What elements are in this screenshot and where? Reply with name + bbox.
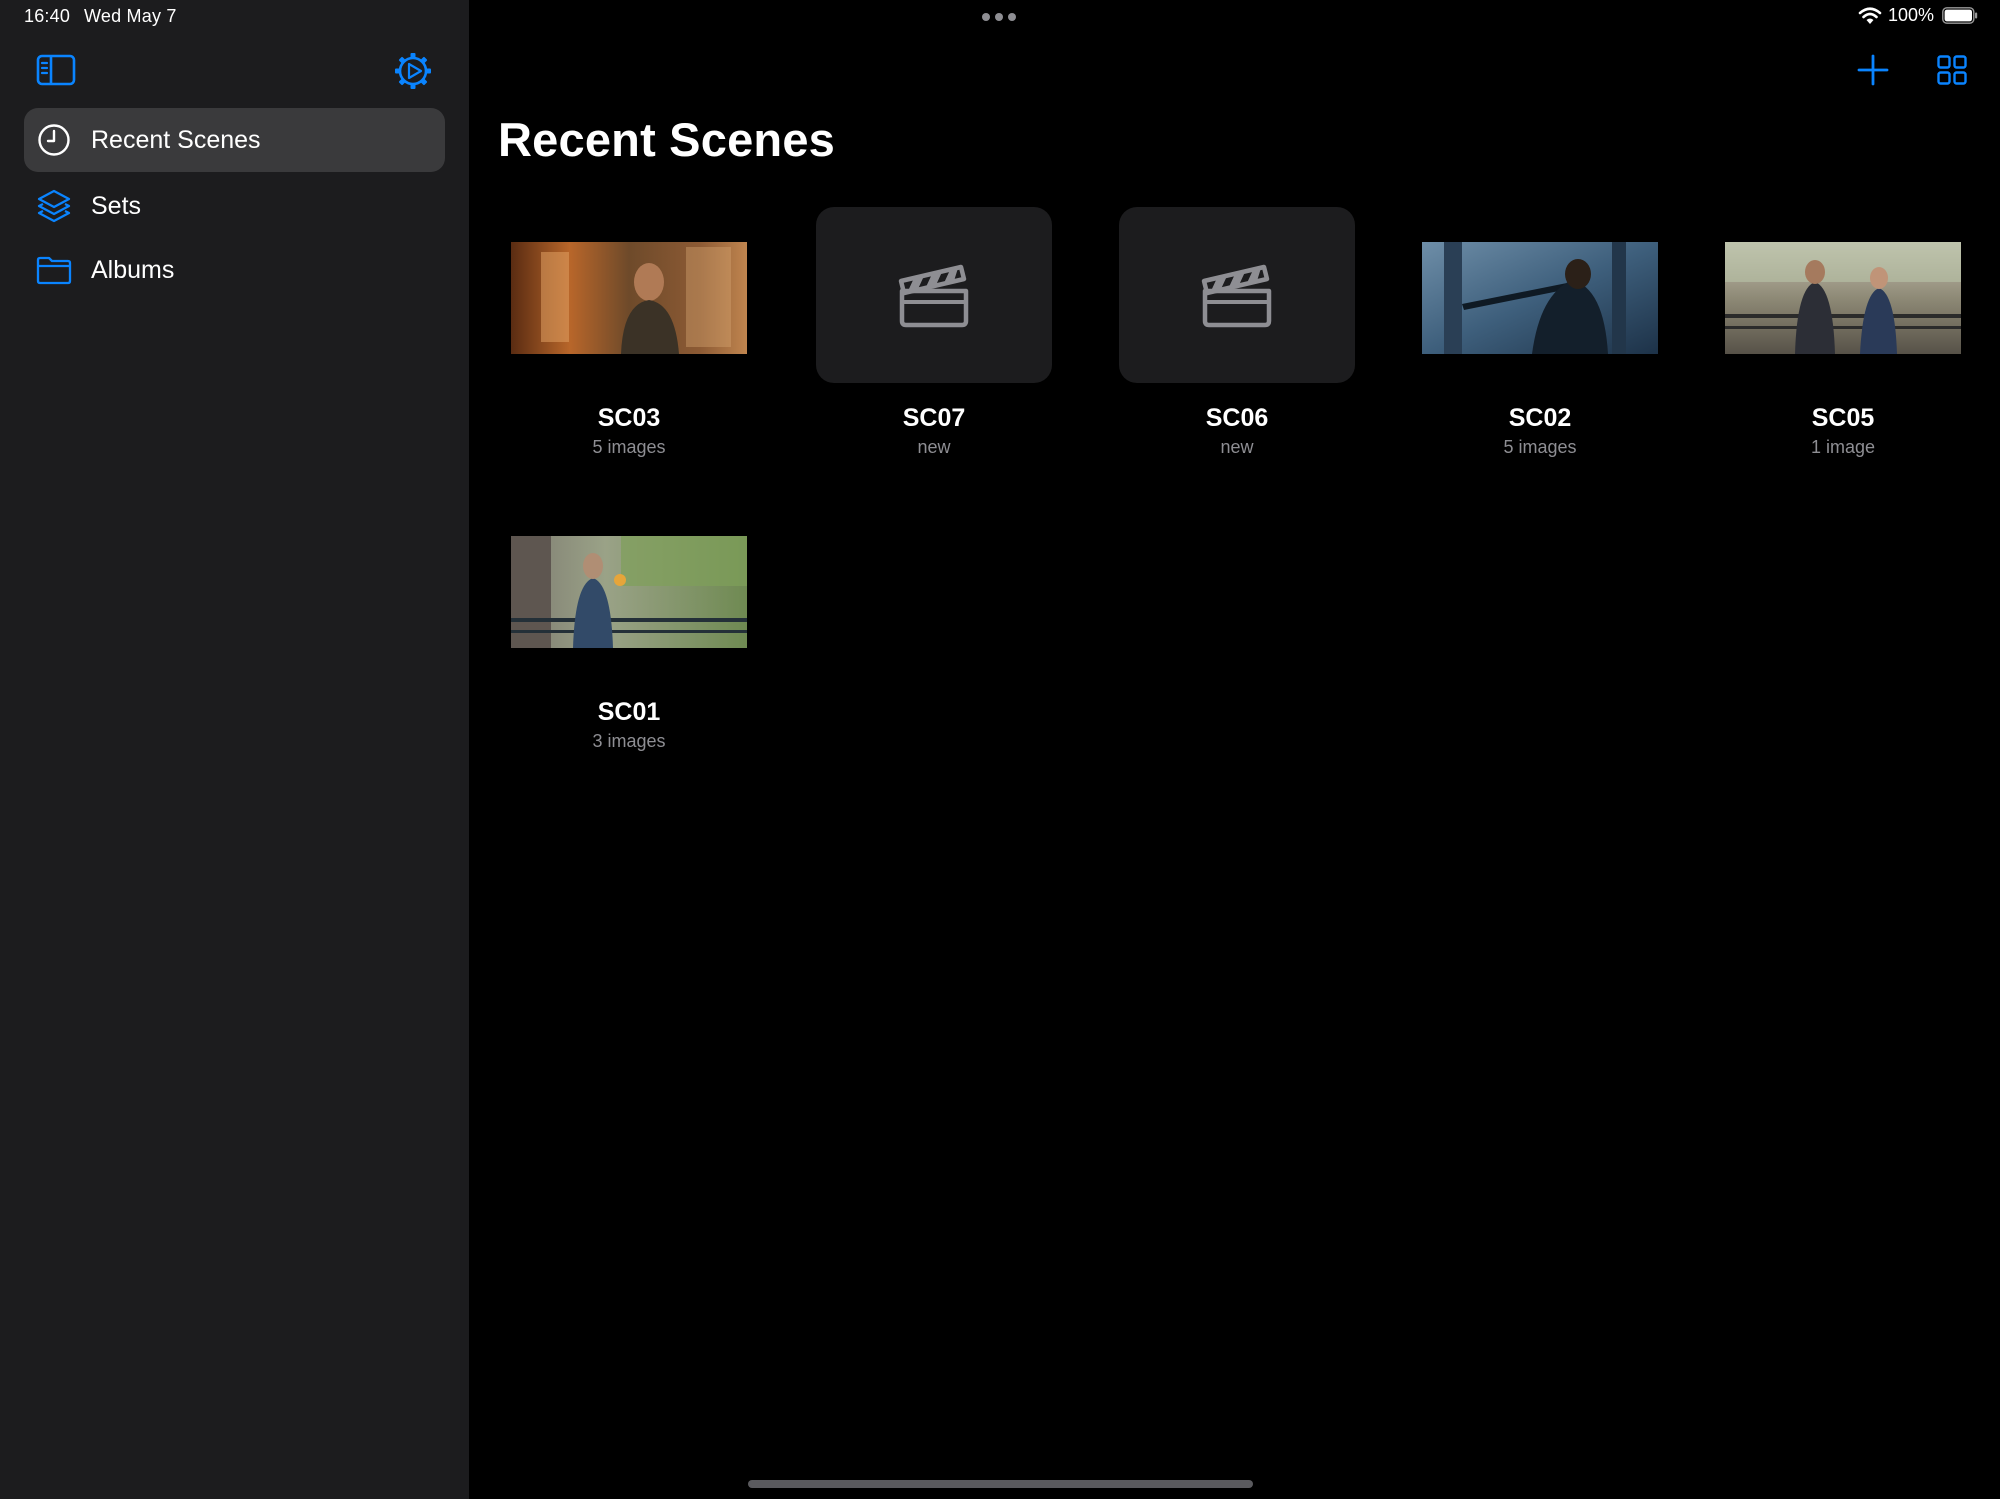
scene-name: SC06 <box>1205 404 1269 432</box>
clapperboard-icon <box>1201 264 1272 328</box>
scene-card-sc05[interactable]: SC05 1 image <box>1725 207 1961 469</box>
status-bar-left: 16:40 Wed May 7 <box>24 6 177 27</box>
scene-status: new <box>1220 437 1254 457</box>
dot-icon <box>982 13 990 21</box>
scene-name: SC03 <box>597 404 661 432</box>
scene-image-count: 3 images <box>592 731 666 751</box>
page-title: Recent Scenes <box>498 113 835 166</box>
dot-icon <box>1008 13 1016 21</box>
scene-image-count: 5 images <box>1503 437 1577 457</box>
sidebar-item-label: Recent Scenes <box>91 125 261 154</box>
battery-icon <box>1942 7 1978 24</box>
scene-name: SC07 <box>902 404 966 432</box>
sidebar-item-label: Albums <box>91 255 175 284</box>
sidebar-item-recent-scenes[interactable]: Recent Scenes <box>24 108 445 172</box>
plus-icon <box>1857 54 1889 86</box>
scene-photo <box>1725 242 1961 354</box>
dot-icon <box>995 13 1003 21</box>
sidebar-item-albums[interactable]: Albums <box>24 238 445 302</box>
battery-percentage: 100% <box>1887 5 1934 25</box>
scene-card-sc07[interactable]: SC07 new <box>816 207 1052 469</box>
layers-icon <box>37 189 71 223</box>
scene-image-count: 5 images <box>592 437 666 457</box>
scene-card-sc03[interactable]: SC03 5 images <box>511 207 747 469</box>
scene-thumbnail <box>511 501 747 677</box>
status-bar-right: 100% <box>1858 5 1978 26</box>
status-date: Wed May 7 <box>84 6 177 26</box>
multitasking-menu-button[interactable] <box>982 13 1016 21</box>
clock-icon <box>38 124 70 156</box>
scene-photo <box>1422 242 1658 354</box>
scene-status: new <box>917 437 951 457</box>
grid-icon <box>1937 55 1967 85</box>
sidebar-icon <box>36 54 76 86</box>
scene-card-sc02[interactable]: SC02 5 images <box>1422 207 1658 469</box>
scene-name: SC05 <box>1811 404 1875 432</box>
grid-view-button[interactable] <box>1937 55 1967 85</box>
scene-thumbnail <box>511 207 747 383</box>
scene-photo <box>511 536 747 648</box>
scene-thumbnail <box>1422 207 1658 383</box>
scene-card-sc06[interactable]: SC06 new <box>1119 207 1355 469</box>
scene-name: SC01 <box>597 698 661 726</box>
scene-image-count: 1 image <box>1810 437 1876 457</box>
add-scene-button[interactable] <box>1856 53 1890 87</box>
scene-thumbnail-placeholder <box>816 207 1052 383</box>
gear-play-icon <box>395 53 431 89</box>
sidebar-toggle-button[interactable] <box>36 52 78 90</box>
sidebar-item-label: Sets <box>91 191 142 220</box>
scene-thumbnail-placeholder <box>1119 207 1355 383</box>
home-indicator[interactable] <box>748 1480 1253 1488</box>
scene-card-sc01[interactable]: SC01 3 images <box>511 501 747 763</box>
main-content: 100% Recent Scenes SC03 5 images SC07 ne… <box>469 0 2000 1499</box>
settings-button[interactable] <box>393 51 433 91</box>
scene-thumbnail <box>1725 207 1961 383</box>
scene-name: SC02 <box>1508 404 1572 432</box>
wifi-icon <box>1858 6 1882 24</box>
sidebar: 16:40 Wed May 7 Recent Scenes Sets Album… <box>0 0 469 1499</box>
status-time: 16:40 <box>24 6 71 26</box>
sidebar-nav: Recent Scenes Sets Albums <box>24 108 445 302</box>
scene-photo <box>511 242 747 354</box>
sidebar-item-sets[interactable]: Sets <box>24 174 445 238</box>
clapperboard-icon <box>898 264 969 328</box>
folder-icon <box>36 256 72 285</box>
